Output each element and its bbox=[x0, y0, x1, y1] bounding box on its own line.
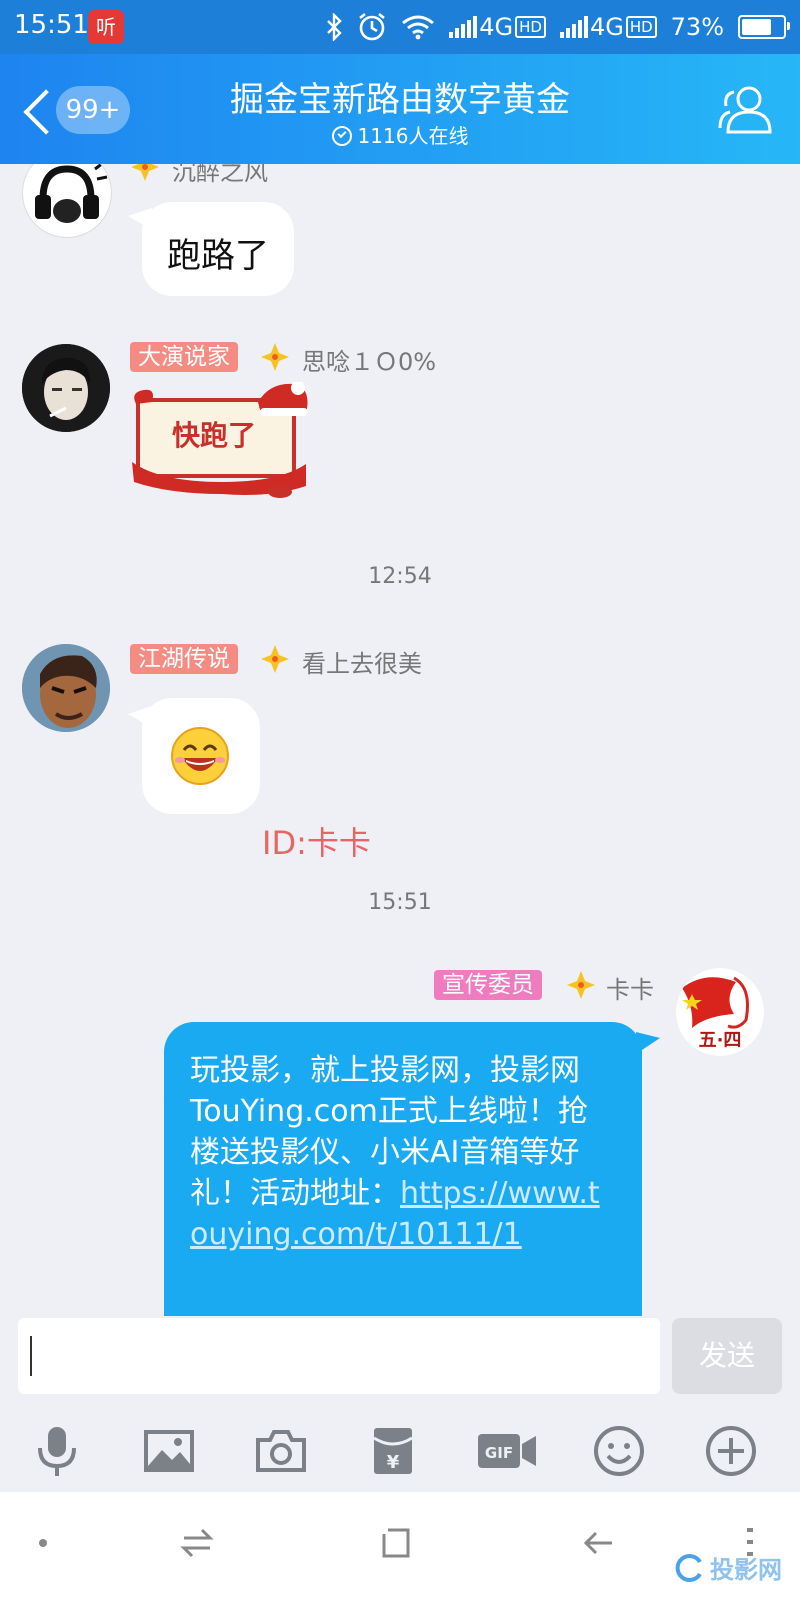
svg-text:¥: ¥ bbox=[387, 1452, 400, 1473]
page-title: 掘金宝新路由数字黄金 bbox=[230, 80, 570, 120]
text-cursor bbox=[30, 1336, 32, 1376]
bluetooth-icon bbox=[327, 13, 342, 41]
timestamp: 15:51 bbox=[368, 890, 432, 915]
id-watermark: ID:卡卡 bbox=[262, 824, 371, 862]
status-bar: 15:51 听 4G HD 4G HD 73% bbox=[0, 0, 800, 54]
member-title-tag: 大演说家 bbox=[130, 342, 238, 372]
warrior-avatar-icon bbox=[22, 644, 110, 732]
mic-icon[interactable] bbox=[30, 1424, 84, 1478]
person-avatar-icon bbox=[22, 344, 110, 432]
members-icon[interactable] bbox=[716, 82, 772, 136]
signal-bars-icon bbox=[559, 16, 588, 38]
headphones-avatar-icon bbox=[35, 164, 108, 223]
switch-icon[interactable] bbox=[180, 1526, 214, 1560]
chat-area[interactable]: 沉醉之风 跑路了 大演说家 思唸１Ｏ0% 快跑了 12:54 江湖传说 看上去很… bbox=[0, 164, 800, 1316]
signal-bars-icon bbox=[449, 16, 478, 38]
back-button[interactable]: 99+ bbox=[12, 82, 130, 138]
camera-icon[interactable] bbox=[254, 1424, 308, 1478]
input-toolbar: ¥ GIF bbox=[0, 1402, 800, 1492]
gif-icon[interactable]: GIF bbox=[476, 1424, 538, 1478]
battery-fill bbox=[742, 19, 771, 35]
unread-badge: 99+ bbox=[56, 86, 130, 134]
sender-nickname: 卡卡 bbox=[606, 976, 654, 1004]
message-bubble[interactable] bbox=[142, 698, 260, 814]
level-diamond-icon bbox=[131, 164, 159, 181]
alarm-icon bbox=[359, 12, 386, 41]
signal-2: 4G HD bbox=[559, 13, 657, 41]
member-title-tag: 江湖传说 bbox=[130, 644, 238, 674]
input-bar: 发送 bbox=[0, 1316, 800, 1402]
level-diamond-icon bbox=[261, 343, 289, 371]
send-button[interactable]: 发送 bbox=[672, 1318, 782, 1394]
level-diamond-icon bbox=[567, 971, 595, 999]
svg-text:GIF: GIF bbox=[485, 1444, 513, 1462]
dot-icon[interactable] bbox=[36, 1536, 50, 1550]
status-time: 15:51 bbox=[14, 10, 89, 40]
hd-badge: HD bbox=[515, 16, 546, 38]
wifi-icon bbox=[402, 15, 435, 40]
level-diamond-icon bbox=[261, 645, 289, 673]
home-square-icon[interactable] bbox=[380, 1526, 414, 1560]
signal-1: 4G HD bbox=[449, 13, 546, 41]
avatar[interactable] bbox=[22, 164, 112, 238]
hd-badge: HD bbox=[625, 16, 657, 38]
avatar[interactable]: 五·四 bbox=[676, 968, 764, 1056]
avatar-caption: 五·四 bbox=[698, 1030, 742, 1051]
watermark-text: 投影网 bbox=[710, 1556, 782, 1584]
network-type: 4G bbox=[479, 13, 514, 41]
member-title-tag: 宣传委员 bbox=[434, 970, 542, 1000]
sender-nickname: 沉醉之风 bbox=[172, 164, 268, 186]
system-nav-bar: 投影网 bbox=[0, 1492, 800, 1600]
timestamp: 12:54 bbox=[368, 564, 432, 589]
image-icon[interactable] bbox=[142, 1424, 196, 1478]
battery-percent: 73% bbox=[670, 13, 724, 41]
chat-header: 99+ 掘金宝新路由数字黄金 1116人在线 bbox=[0, 54, 800, 164]
red-packet-icon[interactable]: ¥ bbox=[366, 1424, 420, 1478]
notification-icon: 听 bbox=[88, 10, 124, 44]
message-bubble-self[interactable]: 玩投影，就上投影网，投影网TouYing.com正式上线啦！抢楼送投影仪、小米A… bbox=[164, 1022, 642, 1316]
back-arrow-icon[interactable] bbox=[582, 1526, 616, 1560]
message-text: 跑路了 bbox=[167, 236, 269, 276]
check-circle-icon bbox=[331, 126, 352, 146]
emoji-icon[interactable] bbox=[592, 1424, 646, 1478]
avatar[interactable] bbox=[22, 644, 110, 732]
corner-watermark: 投影网 bbox=[674, 1550, 782, 1585]
online-count: 1116人在线 bbox=[150, 120, 650, 149]
watermark-logo-icon bbox=[675, 1553, 702, 1582]
plus-icon[interactable] bbox=[704, 1424, 758, 1478]
message-bubble[interactable]: 跑路了 bbox=[142, 202, 294, 296]
status-icons: 4G HD 4G HD 73% bbox=[325, 8, 790, 46]
sender-nickname: 看上去很美 bbox=[302, 650, 422, 678]
network-type: 4G bbox=[589, 13, 624, 41]
sticker-text: 快跑了 bbox=[171, 419, 256, 452]
online-text: 1116人在线 bbox=[357, 124, 469, 148]
sticker[interactable]: 快跑了 bbox=[130, 382, 314, 500]
avatar[interactable] bbox=[22, 344, 110, 432]
message-body: 玩投影，就上投影网，投影网TouYing.com正式上线啦！抢楼送投影仪、小米A… bbox=[190, 1050, 612, 1255]
message-input[interactable] bbox=[18, 1318, 660, 1394]
laughing-emoji-icon bbox=[171, 727, 229, 785]
battery-icon bbox=[738, 15, 790, 39]
sender-nickname: 思唸１Ｏ0% bbox=[302, 348, 437, 376]
